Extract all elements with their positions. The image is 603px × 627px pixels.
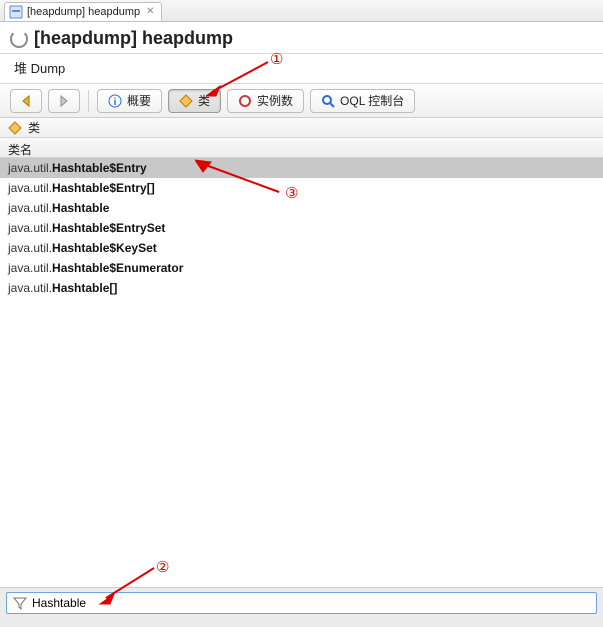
toolbar: i 概要 类 实例数 OQL 控制台 <box>0 84 603 118</box>
class-name: Hashtable$Entry <box>52 161 147 175</box>
svg-text:i: i <box>114 97 117 108</box>
class-row[interactable]: java.util.Hashtable$Enumerator <box>0 258 603 278</box>
class-row[interactable]: java.util.Hashtable$EntrySet <box>0 218 603 238</box>
column-header-label: 类名 <box>8 143 32 157</box>
subheader-label: 堆 Dump <box>14 61 65 76</box>
classes-button[interactable]: 类 <box>168 89 221 113</box>
class-row[interactable]: java.util.Hashtable$Entry[] <box>0 178 603 198</box>
class-package: java.util. <box>8 261 52 275</box>
filter-icon <box>13 596 27 610</box>
class-package: java.util. <box>8 221 52 235</box>
page-title-row: [heapdump] heapdump <box>0 22 603 54</box>
class-package: java.util. <box>8 181 52 195</box>
class-row[interactable]: java.util.Hashtable[] <box>0 278 603 298</box>
class-name: Hashtable$KeySet <box>52 241 157 255</box>
class-row[interactable]: java.util.Hashtable$Entry <box>0 158 603 178</box>
instances-icon <box>238 94 252 108</box>
close-icon[interactable]: ✕ <box>146 6 154 17</box>
class-package: java.util. <box>8 201 52 215</box>
section-header: 类 <box>0 118 603 138</box>
arrow-left-icon <box>19 94 33 108</box>
class-row[interactable]: java.util.Hashtable <box>0 198 603 218</box>
instances-button[interactable]: 实例数 <box>227 89 304 113</box>
classes-label: 类 <box>198 92 210 109</box>
class-name: Hashtable$Entry[] <box>52 181 155 195</box>
oql-icon <box>321 94 335 108</box>
oql-console-button[interactable]: OQL 控制台 <box>310 89 415 113</box>
filter-input[interactable] <box>32 596 590 610</box>
instances-label: 实例数 <box>257 92 293 109</box>
heapdump-file-icon <box>9 5 23 19</box>
class-package: java.util. <box>8 161 52 175</box>
overview-label: 概要 <box>127 92 151 109</box>
window-tab[interactable]: [heapdump] heapdump ✕ <box>4 2 162 21</box>
classes-section-icon <box>8 121 22 135</box>
oql-label: OQL 控制台 <box>340 92 404 109</box>
section-header-label: 类 <box>28 119 40 136</box>
class-name: Hashtable$Enumerator <box>52 261 183 275</box>
page-title: [heapdump] heapdump <box>34 28 233 49</box>
filter-bar[interactable] <box>6 592 597 614</box>
nav-forward-button[interactable] <box>48 89 80 113</box>
class-row[interactable]: java.util.Hashtable$KeySet <box>0 238 603 258</box>
overview-button[interactable]: i 概要 <box>97 89 162 113</box>
window-tab-label: [heapdump] heapdump <box>27 6 140 18</box>
classes-icon <box>179 94 193 108</box>
class-package: java.util. <box>8 281 52 295</box>
arrow-right-icon <box>57 94 71 108</box>
class-name: Hashtable[] <box>52 281 117 295</box>
class-name: Hashtable <box>52 201 109 215</box>
loading-spinner-icon <box>10 30 28 48</box>
subheader: 堆 Dump <box>0 54 603 84</box>
class-name: Hashtable$EntrySet <box>52 221 165 235</box>
nav-back-button[interactable] <box>10 89 42 113</box>
class-list[interactable]: java.util.Hashtable$Entryjava.util.Hasht… <box>0 158 603 588</box>
column-header[interactable]: 类名 <box>0 138 603 158</box>
toolbar-separator <box>88 90 89 112</box>
info-icon: i <box>108 94 122 108</box>
window-tab-bar: [heapdump] heapdump ✕ <box>0 0 603 22</box>
class-package: java.util. <box>8 241 52 255</box>
